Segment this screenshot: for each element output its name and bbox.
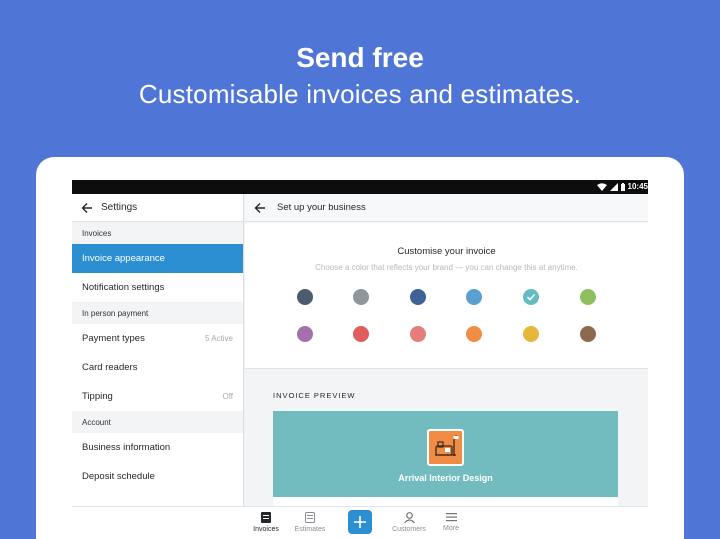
menu-item-label: Payment types — [82, 333, 145, 344]
menu-item-label: Deposit schedule — [82, 471, 155, 482]
battery-icon — [620, 183, 625, 191]
menu-item-label: Card readers — [82, 362, 138, 373]
menu-item-invoice-appearance[interactable]: Invoice appearance — [72, 244, 243, 273]
more-icon — [445, 513, 457, 522]
estimates-icon — [305, 512, 315, 523]
promo-headline: Send free — [296, 42, 424, 73]
nav-customers[interactable]: Customers — [389, 512, 429, 533]
invoices-icon — [261, 512, 271, 523]
plus-icon — [354, 516, 366, 528]
status-time: 10:45 — [627, 182, 648, 191]
menu-item-label: Business information — [82, 442, 171, 453]
back-arrow-icon[interactable] — [254, 202, 266, 214]
color-swatch[interactable] — [466, 326, 482, 342]
interior-logo-icon — [435, 435, 459, 456]
menu-item-label: Invoice appearance — [82, 253, 165, 264]
customers-icon — [403, 512, 415, 523]
color-swatch[interactable] — [297, 289, 313, 305]
menu-item-notification-settings[interactable]: Notification settings — [72, 273, 243, 302]
menu-item-card-readers[interactable]: Card readers — [72, 353, 243, 382]
invoice-preview-label: INVOICE PREVIEW — [273, 391, 356, 400]
back-arrow-icon[interactable] — [81, 202, 93, 214]
business-header: Set up your business — [245, 194, 648, 222]
color-swatch[interactable] — [580, 326, 596, 342]
menu-item-business-information[interactable]: Business information — [72, 433, 243, 462]
nav-label: Customers — [392, 526, 426, 533]
color-swatch[interactable] — [410, 326, 426, 342]
wifi-icon — [596, 183, 607, 191]
status-bar: 10:45 — [72, 180, 648, 194]
section-account: Account — [72, 411, 243, 433]
signal-icon — [609, 183, 618, 191]
color-swatch[interactable] — [466, 289, 482, 305]
nav-invoices[interactable]: Invoices — [246, 512, 286, 533]
color-swatch[interactable] — [410, 289, 426, 305]
settings-header: Settings — [72, 194, 243, 222]
section-in-person-payment: In person payment — [72, 302, 243, 324]
promo-subline: Customisable invoices and estimates. — [138, 79, 582, 109]
section-invoices: Invoices — [72, 222, 243, 244]
customise-card: Customise your invoice Choose a color th… — [245, 223, 648, 369]
color-swatch-selected[interactable] — [523, 289, 539, 305]
business-title: Set up your business — [277, 202, 366, 213]
invoice-preview: Arrival Interior Design — [273, 411, 618, 506]
business-setup-panel: Set up your business Customise your invo… — [245, 194, 648, 539]
menu-item-tipping[interactable]: Tipping Off — [72, 382, 243, 411]
check-icon — [526, 293, 536, 301]
menu-item-deposit-schedule[interactable]: Deposit schedule — [72, 462, 243, 491]
menu-item-meta: Off — [222, 392, 233, 401]
color-swatch[interactable] — [353, 289, 369, 305]
nav-estimates[interactable]: Estimates — [290, 512, 330, 533]
business-logo — [427, 429, 464, 466]
color-swatch[interactable] — [353, 326, 369, 342]
nav-label: Estimates — [294, 526, 326, 533]
customise-title: Customise your invoice — [397, 246, 496, 257]
preview-business-name: Arrival Interior Design — [398, 473, 493, 483]
color-swatch[interactable] — [580, 289, 596, 305]
settings-panel: Settings Invoices Invoice appearance Not… — [72, 194, 244, 539]
add-button[interactable] — [348, 510, 372, 534]
customise-subtitle: Choose a color that reflects your brand … — [315, 263, 578, 272]
color-swatch[interactable] — [297, 326, 313, 342]
nav-more[interactable]: More — [431, 512, 471, 532]
menu-item-label: Tipping — [82, 391, 113, 402]
app-screen: 10:45 Settings Invoices Invoice appearan… — [72, 180, 648, 539]
menu-item-meta: 5 Active — [204, 334, 233, 343]
menu-item-payment-types[interactable]: Payment types 5 Active — [72, 324, 243, 353]
nav-label: Invoices — [253, 526, 279, 533]
nav-label: More — [443, 525, 459, 532]
menu-item-label: Notification settings — [82, 282, 165, 293]
bottom-navigation: Invoices Estimates Customers More — [72, 506, 648, 539]
color-swatch[interactable] — [523, 326, 539, 342]
settings-title: Settings — [101, 202, 138, 213]
